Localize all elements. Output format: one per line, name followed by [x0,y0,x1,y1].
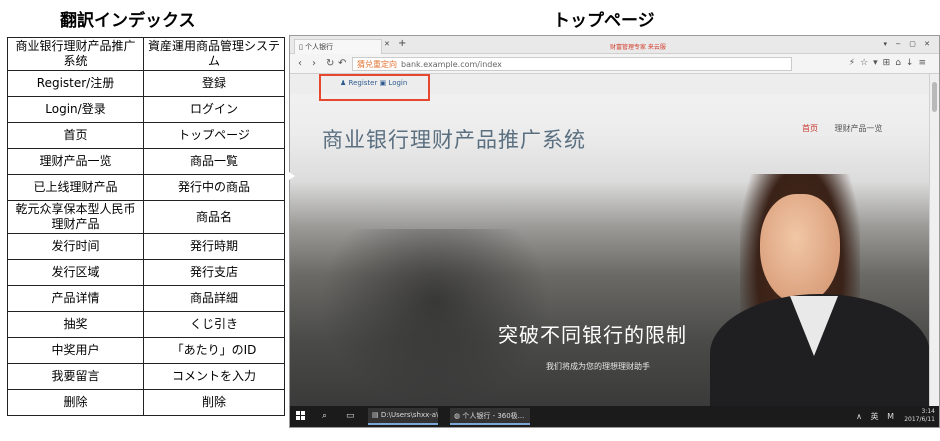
table-row: 理财产品一览 商品一覧 [7,148,285,175]
japanese-term: 発行時期 [143,233,285,260]
undo-icon[interactable]: ↶ [338,58,346,69]
folder-icon: ▤ [372,411,381,419]
chinese-term: 乾元众享保本型人民币理财产品 [7,200,144,234]
mouse-cursor [289,172,295,180]
new-tab-icon[interactable]: + [398,38,406,49]
japanese-term: 商品名 [143,200,285,234]
table-row: 抽奖 くじ引き [7,311,285,338]
tab-bar: ▯ 个人银行 ✕ + 财富管理专家 来云服 ▾ − ▢ ✕ [290,36,939,54]
table-row: Register/注册 登録 [7,70,285,97]
japanese-term: 発行支店 [143,259,285,286]
taskbar-browser[interactable]: ◍ 个人银行 - 360极... [450,408,530,425]
taskbar-explorer-label: D:\Users\shxx-a\D... [380,411,438,419]
japanese-term: 発行中の商品 [143,174,285,201]
japanese-term: 「あたり」のID [143,337,285,364]
table-row: 商业银行理财产品推广系统 資産運用商品管理システム [7,37,285,71]
woman-face [760,194,840,304]
japanese-term: 商品詳細 [143,285,285,312]
chinese-term: 首页 [7,122,144,149]
table-row: Login/登录 ログイン [7,96,285,123]
url-text: bank.example.com/index [401,60,502,69]
translation-index-title: 翻訳インデックス [60,11,196,31]
chinese-term: 发行时间 [7,233,144,260]
hero-subtitle: 我们将成为您的理想理财助手 [546,362,650,371]
japanese-term: コメントを入力 [143,363,285,390]
chinese-term: 已上线理财产品 [7,174,144,201]
clock-date: 2017/6/11 [904,416,935,423]
top-page-title: トップページ [553,11,655,31]
address-bar: ‹ › ↻ ↶ 猜兑重定向 bank.example.com/index ⚡☆▾⊞… [290,54,939,74]
chinese-term: 中奖用户 [7,337,144,364]
taskbar: ⌕ ▭ ▤ D:\Users\shxx-a\D... ◍ 个人银行 - 360极… [290,406,939,427]
japanese-term: 登録 [143,70,285,97]
table-row: 首页 トップページ [7,122,285,149]
tab-close-icon[interactable]: ✕ [384,40,390,48]
chinese-term: 我要留言 [7,363,144,390]
table-row: 删除 削除 [7,389,285,416]
toolbar-icons[interactable]: ⚡☆▾⊞⌂↓≡ [849,58,931,68]
site-nav: 首页 理财产品一览 [802,123,883,134]
table-row: 发行区域 発行支店 [7,259,285,286]
browser-banner-text: 财富管理专家 来云服 [610,44,666,51]
table-row: 发行时间 発行時期 [7,233,285,260]
japanese-term: 商品一覧 [143,148,285,175]
nav-products[interactable]: 理财产品一览 [835,124,883,133]
system-tray[interactable]: ∧ 英 M [856,411,897,422]
japanese-term: くじ引き [143,311,285,338]
website-page: ♟ Register ▣ Login 商业银行理财产品推广系统 首页 理财产品一… [290,74,930,408]
hero-slogan: 突破不同银行的限制 [498,323,687,347]
reload-icon[interactable]: ↻ [326,58,334,69]
chinese-term: 商业银行理财产品推广系统 [7,37,144,71]
task-view-icon[interactable]: ▭ [346,411,355,421]
table-row: 我要留言 コメントを入力 [7,363,285,390]
japanese-term: トップページ [143,122,285,149]
windows-start-icon[interactable] [296,411,306,421]
login-highlight-box [319,74,430,101]
japanese-term: 資産運用商品管理システム [143,37,285,71]
url-tag: 猜兑重定向 [357,60,397,69]
chinese-term: Login/登录 [7,96,144,123]
scroll-thumb[interactable] [932,82,937,112]
chinese-term: 发行区域 [7,259,144,286]
table-row: 已上线理财产品 発行中の商品 [7,174,285,201]
clock-time: 3:14 [921,408,935,415]
browser-tab[interactable]: ▯ 个人银行 [294,39,382,54]
back-icon[interactable]: ‹ [298,58,302,69]
forward-icon[interactable]: › [312,58,316,69]
translation-table: 商业银行理财产品推广系统 資産運用商品管理システム Register/注册 登録 Log… [7,37,285,416]
url-input[interactable]: 猜兑重定向 bank.example.com/index [352,57,792,71]
search-icon[interactable]: ⌕ [322,411,327,421]
chinese-term: 产品详情 [7,285,144,312]
window-controls[interactable]: ▾ − ▢ ✕ [883,40,933,48]
table-row: 产品详情 商品詳細 [7,285,285,312]
chinese-term: 删除 [7,389,144,416]
japanese-term: 削除 [143,389,285,416]
chinese-term: 抽奖 [7,311,144,338]
tab-title: 个人银行 [305,43,334,51]
chinese-term: Register/注册 [7,70,144,97]
table-row: 中奖用户 「あたり」のID [7,337,285,364]
table-row: 乾元众享保本型人民币理财产品 商品名 [7,200,285,234]
page-scrollbar[interactable] [929,74,939,408]
taskbar-browser-label: 个人银行 - 360极... [462,412,525,420]
chinese-term: 理财产品一览 [7,148,144,175]
taskbar-explorer[interactable]: ▤ D:\Users\shxx-a\D... [368,408,438,425]
japanese-term: ログイン [143,96,285,123]
nav-home[interactable]: 首页 [802,124,818,133]
site-title: 商业银行理财产品推广系统 [322,128,586,152]
clock[interactable]: 3:14 2017/6/11 [904,408,935,424]
